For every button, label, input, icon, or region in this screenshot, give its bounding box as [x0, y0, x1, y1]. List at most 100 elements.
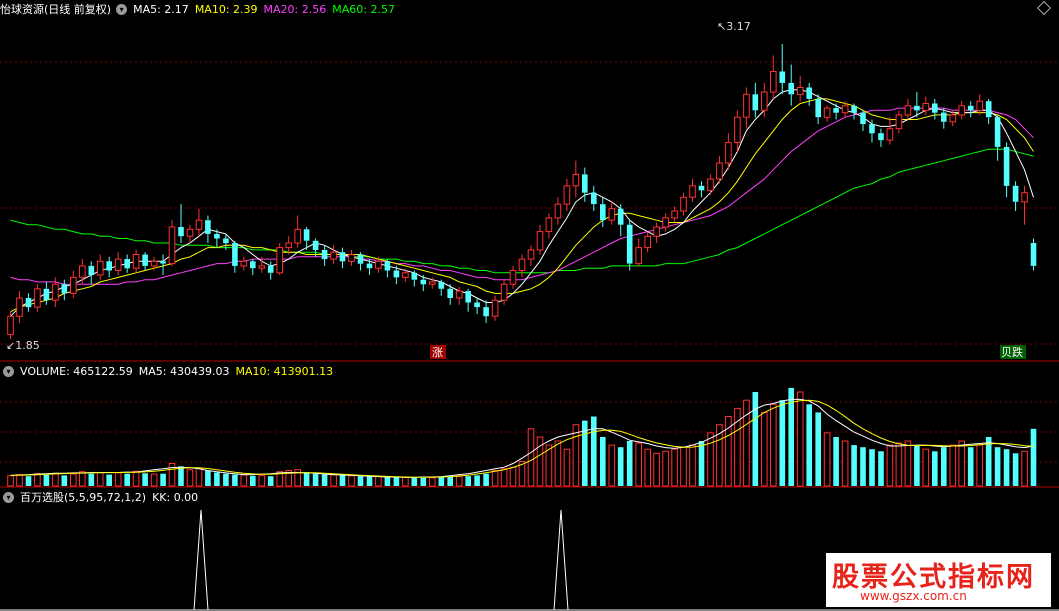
- candle[interactable]: [662, 213, 669, 232]
- candle[interactable]: [384, 259, 391, 278]
- candle[interactable]: [608, 201, 616, 225]
- candle[interactable]: [698, 181, 705, 198]
- candle[interactable]: [106, 256, 112, 278]
- candle[interactable]: [572, 160, 580, 198]
- candle[interactable]: [527, 245, 535, 266]
- candle[interactable]: [554, 197, 562, 225]
- candle[interactable]: [1012, 181, 1019, 212]
- candle[interactable]: [518, 254, 526, 278]
- candle[interactable]: [7, 311, 14, 340]
- candle[interactable]: [61, 279, 68, 301]
- candle[interactable]: [591, 185, 597, 212]
- candle[interactable]: [878, 128, 884, 147]
- candle[interactable]: [823, 105, 831, 122]
- candle[interactable]: [491, 295, 499, 321]
- candle[interactable]: [635, 238, 643, 266]
- candle[interactable]: [833, 103, 839, 120]
- candle[interactable]: [43, 281, 50, 305]
- candle[interactable]: [96, 254, 104, 280]
- candle[interactable]: [967, 101, 974, 118]
- candle[interactable]: [267, 261, 274, 280]
- candle[interactable]: [895, 110, 903, 134]
- candle[interactable]: [904, 98, 912, 120]
- volume-bar-down: [447, 477, 453, 486]
- volume-settings-icon[interactable]: ▾: [3, 365, 14, 377]
- candle[interactable]: [465, 288, 471, 312]
- candle[interactable]: [985, 98, 992, 125]
- candle[interactable]: [644, 231, 652, 253]
- candle[interactable]: [276, 243, 283, 276]
- candle[interactable]: [160, 254, 166, 276]
- volume-bar-down: [366, 476, 373, 486]
- candle[interactable]: [250, 259, 256, 276]
- candle[interactable]: [25, 293, 32, 312]
- candle[interactable]: [321, 245, 328, 266]
- candle[interactable]: [626, 220, 633, 271]
- candle[interactable]: [752, 82, 759, 118]
- candle[interactable]: [142, 252, 148, 271]
- candle[interactable]: [339, 247, 346, 269]
- candle[interactable]: [1021, 185, 1028, 225]
- volume-chart[interactable]: [0, 380, 1059, 488]
- volume-bar-up: [491, 470, 499, 487]
- candle[interactable]: [455, 286, 463, 305]
- candle[interactable]: [734, 110, 741, 152]
- candle[interactable]: [707, 174, 714, 195]
- candle[interactable]: [168, 220, 176, 266]
- candle[interactable]: [743, 87, 750, 129]
- candle[interactable]: [474, 297, 480, 314]
- candle[interactable]: [716, 156, 723, 184]
- candle[interactable]: [1003, 142, 1010, 198]
- candle[interactable]: [16, 291, 23, 324]
- candle[interactable]: [88, 261, 95, 285]
- candle[interactable]: [806, 82, 812, 106]
- candle[interactable]: [124, 254, 130, 273]
- candle[interactable]: [922, 96, 930, 115]
- candle[interactable]: [653, 222, 660, 244]
- candle[interactable]: [976, 94, 984, 115]
- candle[interactable]: [114, 252, 122, 276]
- candle[interactable]: [509, 265, 517, 289]
- volume-bar-up: [770, 403, 777, 487]
- candle[interactable]: [617, 204, 624, 237]
- candle[interactable]: [348, 249, 355, 266]
- candle-body-up: [168, 226, 176, 265]
- candle[interactable]: [563, 178, 571, 212]
- candle[interactable]: [994, 114, 1001, 161]
- candle[interactable]: [178, 204, 184, 244]
- indicator-settings-icon[interactable]: ▾: [3, 491, 14, 503]
- candle[interactable]: [958, 101, 966, 120]
- candle[interactable]: [411, 270, 418, 287]
- settings-icon[interactable]: ▾: [116, 3, 128, 15]
- candle[interactable]: [680, 192, 687, 216]
- candle[interactable]: [483, 300, 489, 324]
- volume-bar-down: [851, 445, 857, 486]
- expand-icon[interactable]: [1036, 0, 1052, 16]
- candle[interactable]: [689, 178, 696, 202]
- candle[interactable]: [34, 284, 41, 312]
- candle[interactable]: [600, 197, 606, 228]
- candle[interactable]: [860, 110, 866, 131]
- candle[interactable]: [132, 249, 140, 273]
- candle[interactable]: [70, 270, 77, 298]
- candle[interactable]: [886, 117, 894, 145]
- price-chart[interactable]: ↖3.17 ↙1.85 涨 贝 跌: [0, 18, 1059, 363]
- candle[interactable]: [438, 279, 445, 296]
- candle[interactable]: [232, 240, 238, 273]
- candle[interactable]: [205, 215, 211, 244]
- candle[interactable]: [357, 252, 364, 271]
- candle[interactable]: [932, 98, 938, 120]
- candle[interactable]: [1030, 238, 1037, 271]
- candle[interactable]: [788, 64, 794, 106]
- candle[interactable]: [851, 103, 857, 120]
- candle[interactable]: [779, 44, 786, 95]
- candle[interactable]: [671, 206, 678, 223]
- candle[interactable]: [545, 213, 553, 239]
- candle[interactable]: [536, 224, 544, 255]
- candle[interactable]: [186, 224, 194, 244]
- candle[interactable]: [240, 256, 248, 271]
- candle[interactable]: [330, 245, 337, 264]
- candle[interactable]: [195, 208, 203, 237]
- candle[interactable]: [294, 215, 301, 248]
- candle[interactable]: [796, 76, 804, 102]
